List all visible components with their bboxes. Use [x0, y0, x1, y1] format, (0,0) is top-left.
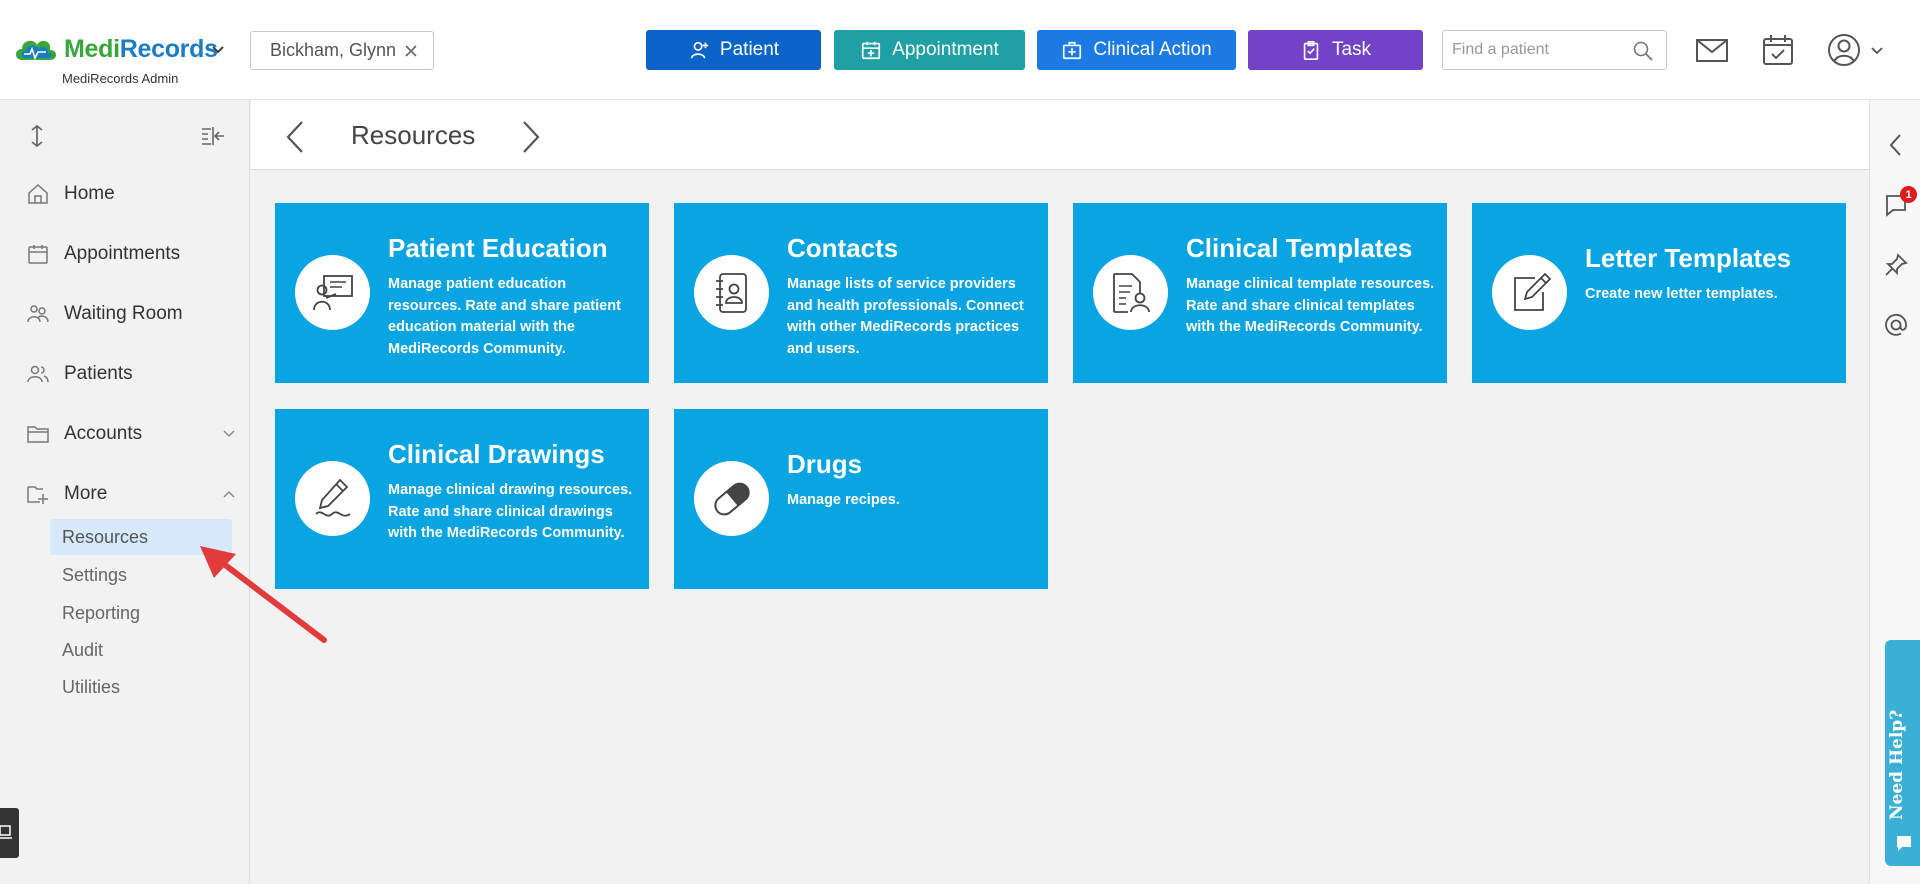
page-title: Resources: [351, 120, 476, 150]
tile-clinical-templates[interactable]: Clinical Templates Manage clinical templ…: [1073, 203, 1447, 383]
new-clinical-action-button[interactable]: Clinical Action: [1037, 30, 1236, 70]
practice-name: MediRecords Admin: [62, 71, 179, 86]
app-logo[interactable]: MediRecords: [12, 32, 218, 66]
tile-description: Create new letter templates.: [1585, 286, 1778, 302]
tile-description: Manage patient education resources. Rate…: [388, 276, 621, 357]
tile-patient-education[interactable]: Patient Education Manage patient educati…: [275, 203, 649, 383]
clipboard-check-icon: [1303, 41, 1319, 60]
collapse-sidebar-icon[interactable]: [200, 124, 226, 148]
search-icon[interactable]: [1632, 40, 1654, 62]
close-icon[interactable]: [403, 43, 419, 59]
chevron-down-icon: [223, 430, 235, 438]
logo-cloud-icon: [16, 40, 56, 61]
home-icon: [28, 183, 48, 204]
sidebar-item-appointments[interactable]: Appointments: [26, 236, 236, 272]
chevron-left-icon[interactable]: [1883, 132, 1909, 158]
side-drawer-tab[interactable]: [0, 808, 19, 858]
pill-icon: [713, 482, 750, 515]
pin-icon[interactable]: [1883, 252, 1909, 278]
tile-letter-templates[interactable]: Letter Templates Create new letter templ…: [1472, 203, 1846, 383]
tile-title: Clinical Templates: [1186, 233, 1413, 263]
template-user-icon: [1112, 272, 1150, 313]
sidebar-item-patients[interactable]: Patients: [26, 356, 236, 392]
calendar-plus-icon: [862, 41, 881, 60]
medical-kit-icon: [1063, 41, 1082, 60]
annotation-arrow: [200, 546, 327, 643]
presentation-icon: [312, 274, 353, 310]
tile-title: Drugs: [787, 449, 863, 479]
address-book-icon: [715, 272, 747, 313]
patient-search[interactable]: [1442, 30, 1667, 70]
sidebar-item-accounts[interactable]: Accounts: [26, 416, 236, 452]
sidebar: Home Appointments Waiting Room Patients …: [0, 100, 250, 884]
notification-badge: 1: [1900, 186, 1917, 203]
chat-bubble-icon: [1897, 836, 1911, 851]
pencil-drawing-icon: [314, 478, 351, 517]
folder-plus-icon: [27, 486, 48, 504]
add-user-icon: [690, 41, 709, 59]
tile-description: Manage clinical drawing resources. Rate …: [388, 482, 633, 541]
patients-icon: [27, 365, 49, 383]
sidebar-item-waiting-room[interactable]: Waiting Room: [26, 296, 236, 332]
logo-text: MediRecords: [64, 34, 218, 63]
page-header: Resources: [251, 100, 1869, 170]
calendar-icon: [28, 245, 48, 264]
tile-contacts[interactable]: Contacts Manage lists of service provide…: [674, 203, 1048, 383]
waiting-room-icon: [27, 305, 49, 323]
edit-document-icon: [1513, 272, 1551, 311]
tile-drugs[interactable]: Drugs Manage recipes.: [674, 409, 1048, 589]
tile-title: Clinical Drawings: [388, 439, 605, 469]
tile-description: Manage clinical template resources. Rate…: [1186, 276, 1435, 335]
user-account-icon[interactable]: [1826, 32, 1862, 68]
sidebar-item-home[interactable]: Home: [26, 176, 236, 212]
selected-patient-chip[interactable]: Bickham, Glynn: [250, 31, 434, 70]
tile-description: Manage lists of service providers and he…: [787, 276, 1024, 357]
tile-title: Patient Education: [388, 233, 608, 263]
mail-icon[interactable]: [1694, 32, 1730, 68]
need-help-label: Need Help?: [1887, 709, 1907, 820]
chevron-down-icon[interactable]: [1870, 44, 1884, 58]
folder-icon: [27, 426, 49, 443]
chevron-right-icon[interactable]: [521, 120, 541, 154]
tile-title: Contacts: [787, 233, 899, 263]
expand-vertical-icon[interactable]: [26, 124, 48, 148]
need-help-button[interactable]: Need Help?: [1885, 640, 1920, 866]
new-appointment-button[interactable]: Appointment: [834, 30, 1025, 70]
tile-description: Manage recipes.: [787, 492, 900, 508]
at-mention-icon[interactable]: [1883, 312, 1909, 338]
chevron-left-icon[interactable]: [285, 120, 305, 154]
main-content: Resources Patient Education Manage patie…: [251, 100, 1869, 884]
sidebar-item-more[interactable]: More: [26, 476, 236, 512]
top-header: MediRecords MediRecords Admin Bickham, G…: [0, 0, 1920, 100]
calendar-check-icon[interactable]: [1760, 32, 1796, 68]
screen-icon: [0, 825, 12, 839]
new-task-button[interactable]: Task: [1248, 30, 1423, 70]
new-patient-button[interactable]: Patient: [646, 30, 821, 70]
patient-search-input[interactable]: [1443, 31, 1623, 69]
tile-title: Letter Templates: [1585, 243, 1792, 273]
chevron-down-icon[interactable]: [210, 42, 226, 58]
sidebar-subitem-utilities[interactable]: Utilities: [50, 669, 232, 705]
chevron-up-icon: [223, 490, 235, 498]
selected-patient-name: Bickham, Glynn: [270, 40, 397, 60]
